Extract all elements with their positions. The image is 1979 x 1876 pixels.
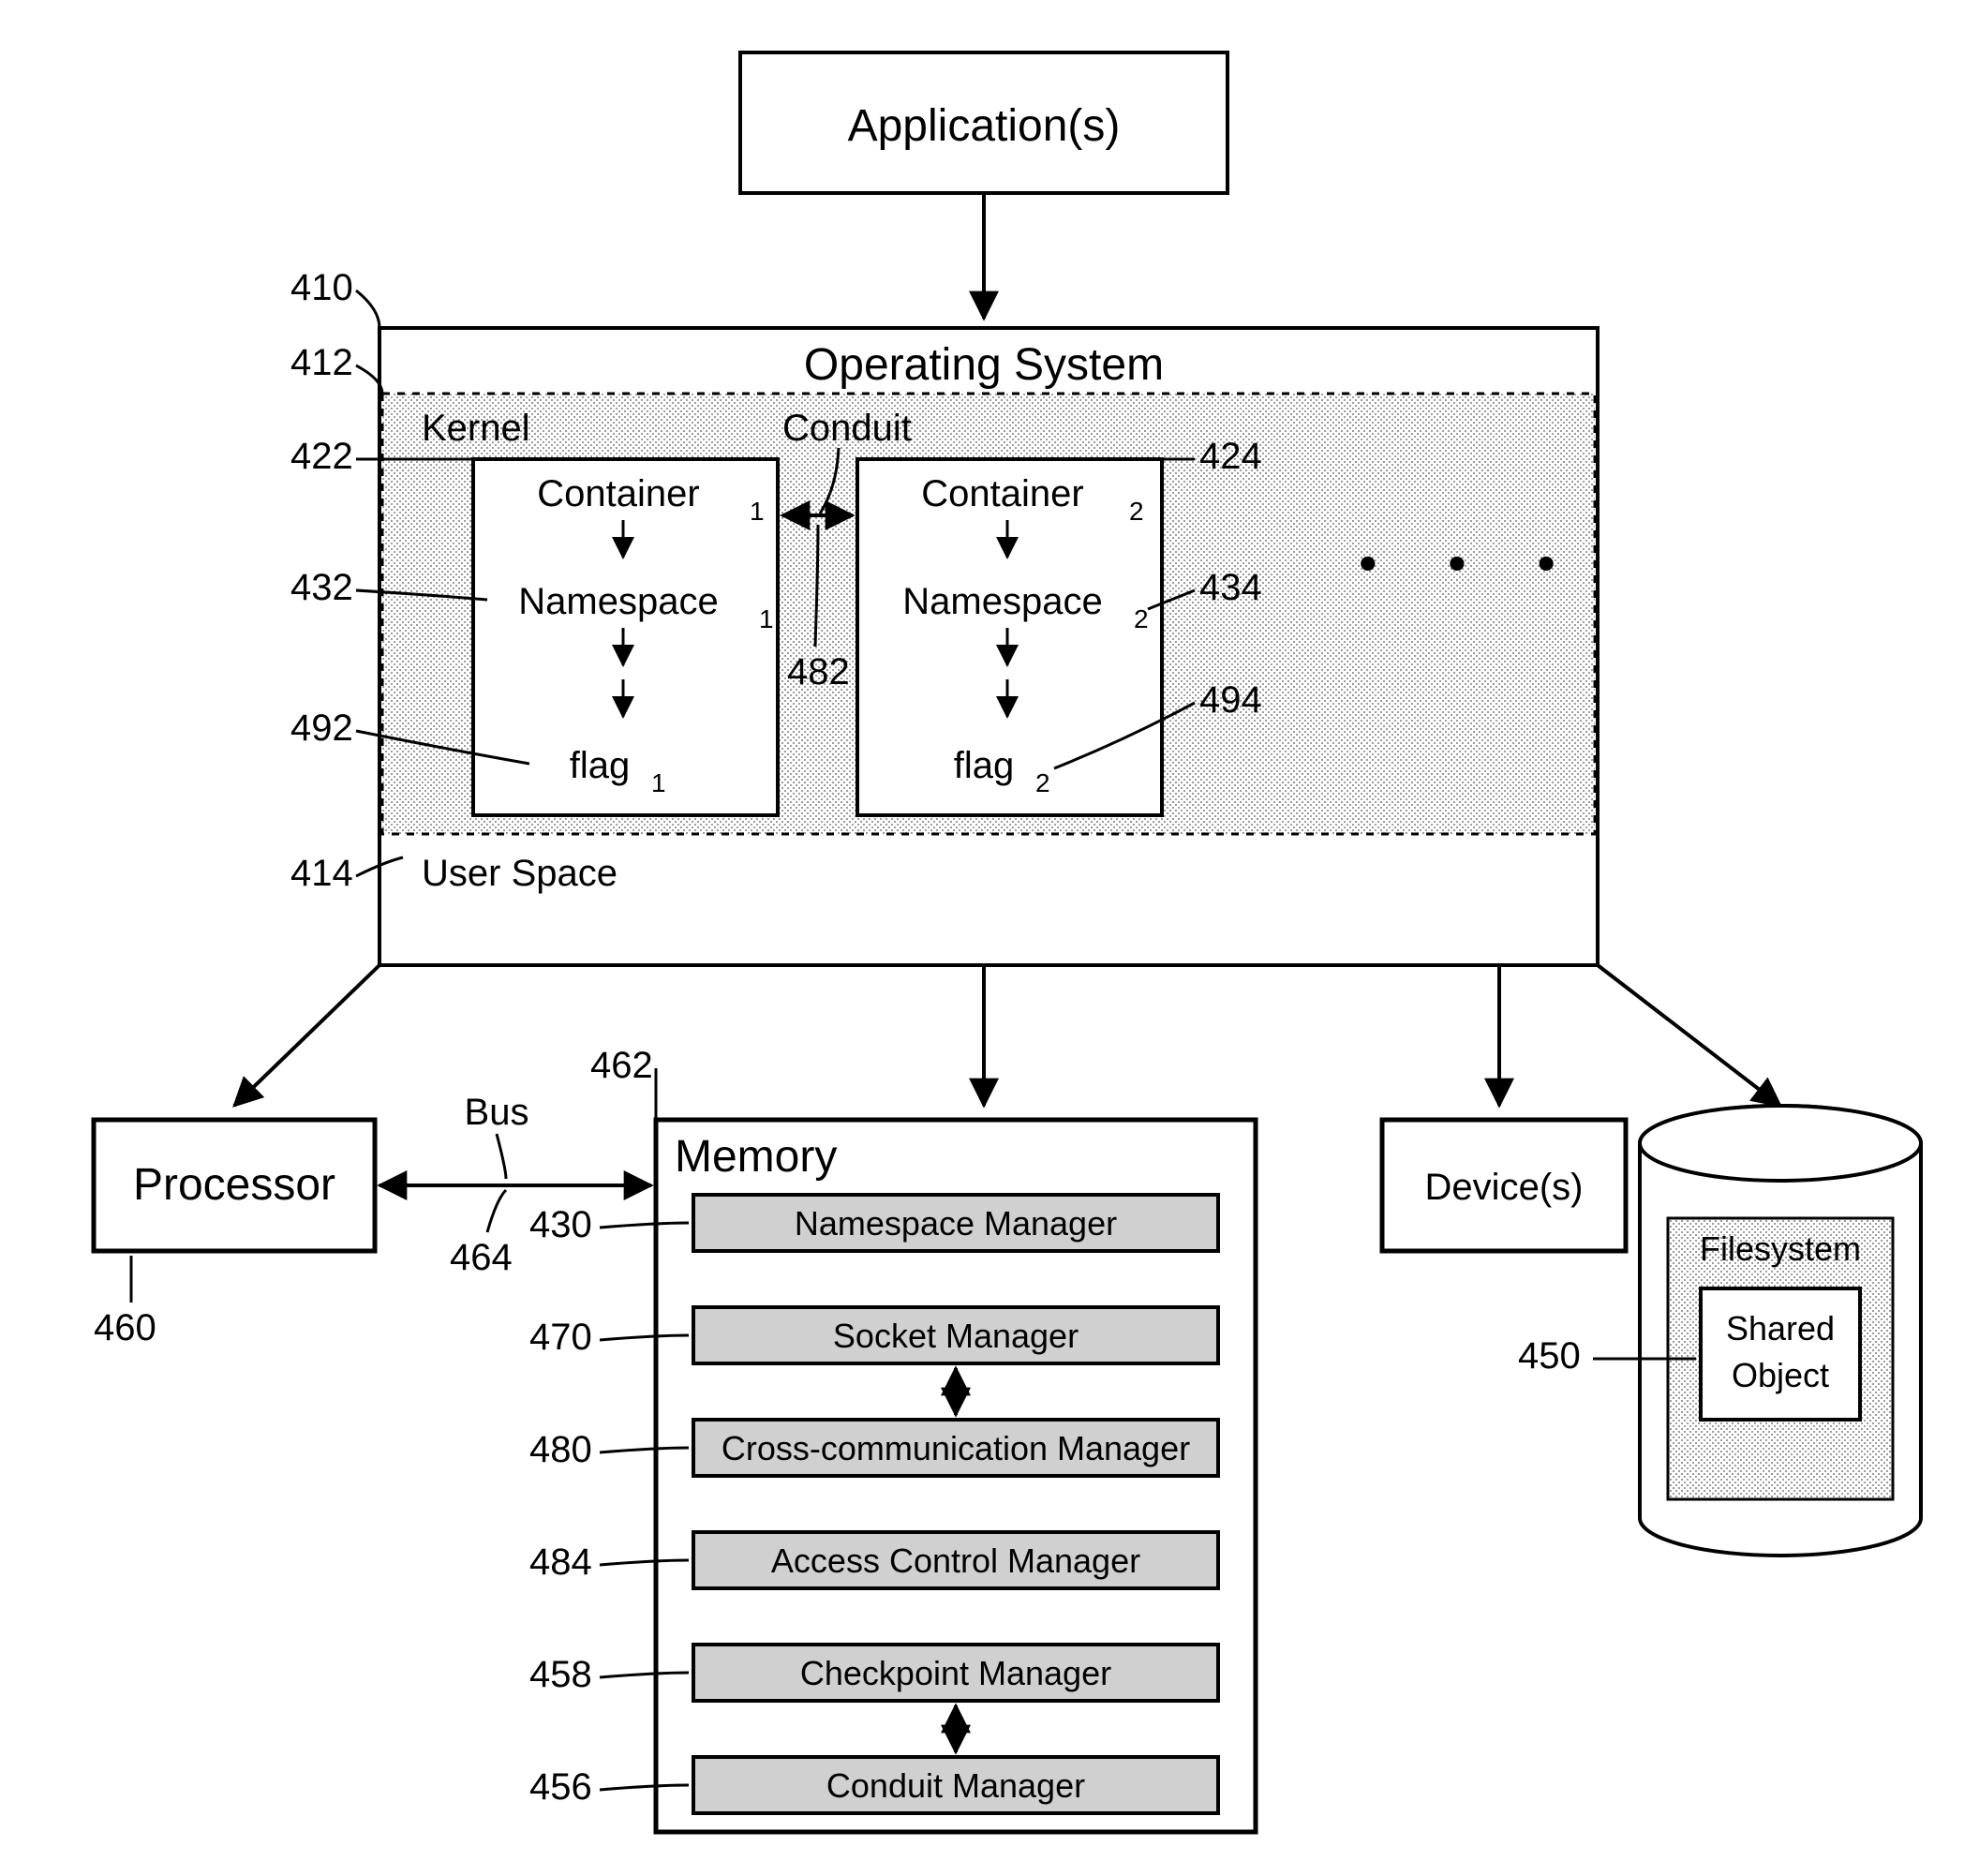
ref-482: 482: [787, 651, 850, 692]
mem-item-0: Namespace Manager: [795, 1204, 1117, 1243]
ref-456: 456: [529, 1766, 592, 1808]
container1-label: Container: [537, 473, 699, 514]
arrow-os-filesystem: [1598, 965, 1780, 1106]
container2-label: Container: [921, 473, 1083, 514]
ref-414: 414: [290, 853, 353, 894]
namespace2-sub: 2: [1134, 604, 1149, 633]
namespace1-label: Namespace: [518, 581, 718, 622]
ref-410: 410: [290, 267, 353, 308]
ref-450: 450: [1518, 1335, 1581, 1377]
namespace2-label: Namespace: [902, 581, 1102, 622]
flag1-label: flag: [570, 745, 631, 786]
container2-sub: 2: [1129, 497, 1144, 526]
ref-432: 432: [290, 567, 353, 608]
filesystem-cylinder: Filesystem Shared Object: [1640, 1106, 1921, 1556]
devices-label: Device(s): [1425, 1167, 1584, 1208]
conduit-label: Conduit: [782, 408, 912, 449]
ref-434: 434: [1199, 567, 1262, 608]
processor-label: Processor: [133, 1160, 335, 1210]
os-title: Operating System: [804, 340, 1164, 390]
ref-480: 480: [529, 1429, 592, 1470]
shared-label: Shared: [1726, 1309, 1835, 1347]
ref-424: 424: [1199, 436, 1262, 477]
mem-item-4: Checkpoint Manager: [800, 1654, 1111, 1692]
ref-458: 458: [529, 1654, 592, 1695]
mem-item-3: Access Control Manager: [771, 1541, 1140, 1580]
kernel-label: Kernel: [422, 408, 530, 449]
object-label: Object: [1732, 1356, 1829, 1394]
mem-item-1: Socket Manager: [833, 1317, 1079, 1355]
flag2-sub: 2: [1035, 768, 1050, 797]
applications-label: Application(s): [848, 101, 1121, 151]
ref-494: 494: [1199, 679, 1262, 721]
namespace1-sub: 1: [759, 604, 774, 633]
userspace-label: User Space: [422, 853, 618, 894]
container1-sub: 1: [750, 497, 765, 526]
ref-484: 484: [529, 1541, 592, 1583]
filesystem-title: Filesystem: [1700, 1229, 1861, 1268]
ellipsis-dots: • • •: [1359, 533, 1584, 592]
ref-462: 462: [590, 1045, 653, 1086]
arrow-os-processor: [234, 965, 379, 1106]
flag1-sub: 1: [651, 768, 666, 797]
memory-title: Memory: [675, 1132, 837, 1182]
bus-leader: [497, 1134, 506, 1179]
mem-item-5: Conduit Manager: [826, 1766, 1085, 1805]
ref-412: 412: [290, 342, 353, 383]
ref-422: 422: [290, 436, 353, 477]
ref-430: 430: [529, 1204, 592, 1245]
ref-460: 460: [94, 1307, 156, 1348]
ref-464: 464: [450, 1237, 513, 1278]
mem-item-2: Cross-communication Manager: [722, 1429, 1190, 1467]
bus-label: Bus: [465, 1092, 529, 1133]
ref-492: 492: [290, 707, 353, 749]
flag2-label: flag: [954, 745, 1015, 786]
ref-470: 470: [529, 1317, 592, 1358]
